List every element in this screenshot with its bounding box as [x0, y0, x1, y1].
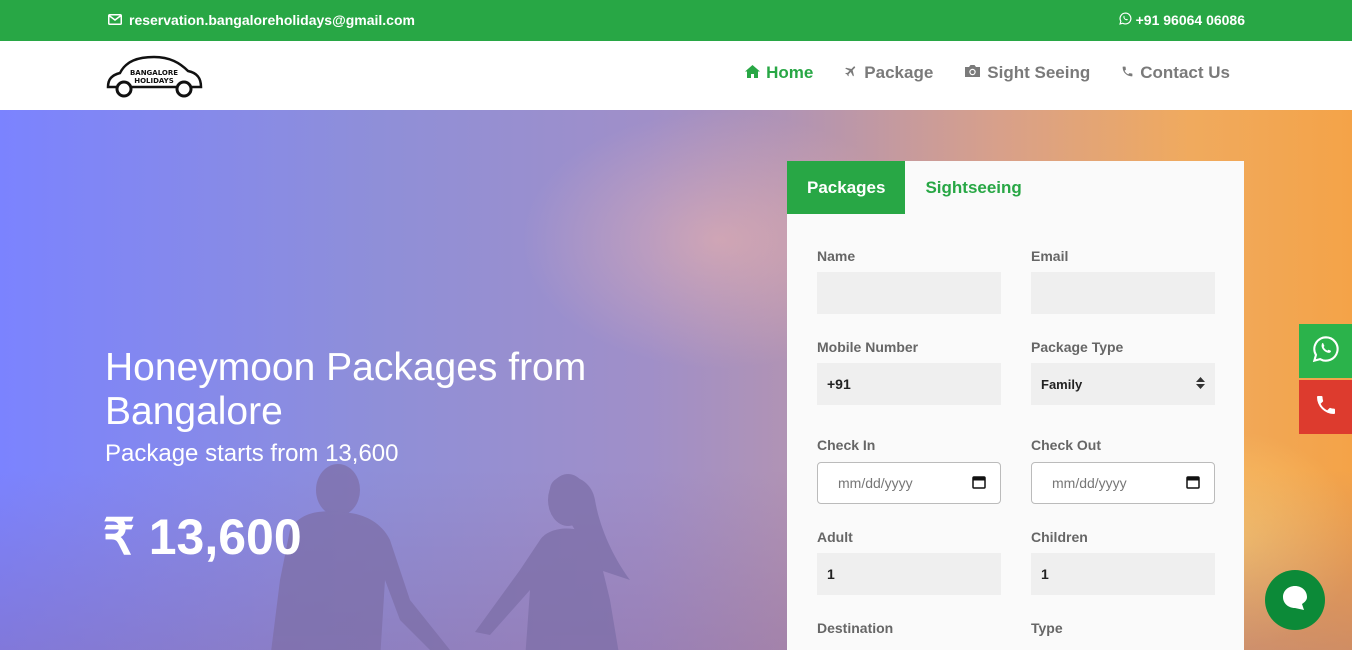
- calendar-icon[interactable]: [972, 475, 986, 492]
- envelope-icon: [108, 12, 122, 28]
- whatsapp-icon: [1118, 12, 1132, 28]
- home-icon: [745, 63, 761, 83]
- check-in-input[interactable]: mm/dd/yyyy: [817, 462, 1001, 504]
- brand-logo[interactable]: BANGALORE HOLIDAYS: [104, 53, 204, 101]
- check-out-placeholder: mm/dd/yyyy: [1052, 475, 1127, 491]
- check-in-placeholder: mm/dd/yyyy: [838, 475, 913, 491]
- package-type-value: Family: [1041, 376, 1083, 392]
- nav-contact-us-label: Contact Us: [1140, 63, 1230, 82]
- whatsapp-icon: [1312, 335, 1340, 368]
- check-in-label: Check In: [817, 437, 876, 453]
- tab-sightseeing[interactable]: Sightseeing: [905, 161, 1041, 214]
- logo-text-2: HOLIDAYS: [134, 77, 174, 85]
- select-arrows-icon: [1196, 376, 1205, 392]
- tab-packages[interactable]: Packages: [787, 161, 906, 214]
- nav-sight-seeing-label: Sight Seeing: [987, 63, 1091, 82]
- check-out-input[interactable]: mm/dd/yyyy: [1031, 462, 1215, 504]
- camera-icon: [964, 63, 981, 83]
- phone-icon: [1121, 63, 1134, 83]
- logo-text-1: BANGALORE: [130, 69, 178, 77]
- hero-subtitle: Package starts from 13,600: [105, 440, 399, 467]
- nav-contact-us[interactable]: Contact Us: [1121, 63, 1230, 83]
- adult-label: Adult: [817, 529, 853, 545]
- nav-home[interactable]: Home: [745, 63, 813, 83]
- plane-icon: [844, 63, 858, 83]
- couple-silhouette-image: [271, 464, 630, 650]
- calendar-icon[interactable]: [1186, 475, 1200, 492]
- name-label: Name: [817, 248, 856, 264]
- destination-label: Destination: [817, 620, 894, 636]
- top-contact-bar: reservation.bangaloreholidays@gmail.com …: [0, 0, 1352, 41]
- check-out-label: Check Out: [1031, 437, 1102, 453]
- hero-title: Honeymoon Packages from Bangalore: [105, 346, 587, 433]
- nav-package[interactable]: Package: [844, 63, 933, 83]
- form-tabs: Packages Sightseeing: [787, 161, 1042, 214]
- call-float-button[interactable]: [1299, 380, 1352, 434]
- top-phone-text: +91 96064 06086: [1135, 12, 1245, 28]
- mobile-input[interactable]: +91: [817, 363, 1001, 405]
- top-phone[interactable]: +91 96064 06086: [1118, 12, 1245, 28]
- email-input[interactable]: [1031, 272, 1215, 314]
- children-label: Children: [1031, 529, 1088, 545]
- hero-price: ₹ 13,600: [103, 509, 302, 565]
- main-nav: Home Package Sight Seeing Contact Us: [745, 63, 1230, 83]
- site-header: BANGALORE HOLIDAYS Home Package Sight Se…: [0, 41, 1352, 110]
- whatsapp-float-button[interactable]: [1299, 324, 1352, 378]
- nav-home-label: Home: [766, 63, 814, 82]
- chat-widget-button[interactable]: [1265, 570, 1325, 630]
- adult-input[interactable]: 1: [817, 553, 1001, 595]
- nav-package-label: Package: [864, 63, 934, 82]
- package-type-label: Package Type: [1031, 339, 1124, 355]
- booking-form-panel: Packages Sightseeing Name Email Mobile N…: [787, 161, 1244, 650]
- type-label: Type: [1031, 620, 1063, 636]
- nav-sight-seeing[interactable]: Sight Seeing: [964, 63, 1090, 83]
- phone-icon: [1314, 393, 1338, 422]
- children-input[interactable]: 1: [1031, 553, 1215, 595]
- top-email-text: reservation.bangaloreholidays@gmail.com: [129, 12, 415, 28]
- name-input[interactable]: [817, 272, 1001, 314]
- top-email[interactable]: reservation.bangaloreholidays@gmail.com: [108, 12, 415, 28]
- mobile-label: Mobile Number: [817, 339, 919, 355]
- chat-bubble-icon: [1280, 583, 1310, 618]
- email-label: Email: [1031, 248, 1069, 264]
- package-type-select[interactable]: Family: [1031, 363, 1215, 405]
